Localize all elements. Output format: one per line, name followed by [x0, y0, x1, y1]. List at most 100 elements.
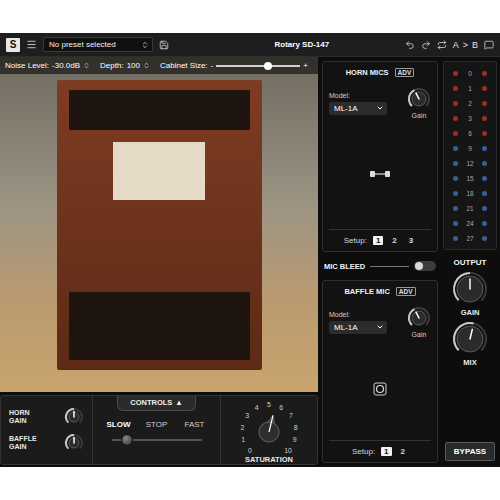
top-bar: SNo preset selectedRotary SD-147A>B	[0, 33, 500, 57]
saturation-tick: 8	[294, 424, 298, 431]
cabinet-photo	[0, 74, 318, 392]
meter-row: 15	[448, 172, 492, 184]
meter-led	[453, 71, 458, 76]
model-dropdown[interactable]: ML-1A	[329, 321, 387, 334]
top-controls: Noise Level:-30.0dBDepth:100Cabinet Size…	[0, 57, 318, 74]
meter-led	[453, 221, 458, 226]
output-gain-knob[interactable]	[452, 271, 488, 307]
output-title: OUTPUT	[454, 258, 487, 267]
save-icon[interactable]	[159, 40, 169, 50]
controls-tab[interactable]: CONTROLS▲	[117, 396, 196, 411]
meter-label: 0	[468, 70, 472, 77]
meter-label: 6	[468, 130, 472, 137]
meter-led	[453, 131, 458, 136]
setup-option[interactable]: 1	[373, 236, 383, 245]
mic-position-area	[329, 119, 431, 229]
gain-control: Gain	[407, 87, 431, 119]
preset-dropdown[interactable]: No preset selected	[43, 37, 153, 52]
mic-bleed-label: MIC BLEED	[324, 262, 365, 271]
output-mix-knob[interactable]	[452, 321, 488, 357]
save-button[interactable]	[159, 40, 169, 50]
baffle-mic-position-icon[interactable]	[372, 381, 388, 397]
setup-row: Setup: 123	[329, 229, 431, 245]
chat-button[interactable]	[484, 40, 494, 50]
setup-option[interactable]: 2	[389, 236, 399, 245]
chat-icon[interactable]	[484, 40, 494, 50]
setup-label: Setup:	[344, 236, 367, 245]
saturation-knob[interactable]: 012345678910	[227, 396, 311, 455]
horn-mic-position-icon[interactable]	[369, 168, 391, 180]
speed-switch-knob[interactable]	[121, 434, 133, 446]
output-mix: MIX	[452, 321, 488, 367]
meter-led	[482, 236, 487, 241]
mic-bleed-switch[interactable]	[414, 261, 436, 271]
depth[interactable]: Depth:100	[100, 61, 150, 70]
meter-led	[482, 86, 487, 91]
gain-section: HORNGAINBAFFLEGAIN	[1, 396, 93, 464]
adv-badge[interactable]: ADV	[395, 68, 415, 77]
horn-mics-panel: HORN MICSADVModel:ML-1AGainSetup:123	[322, 61, 438, 252]
model-label: Model:	[329, 311, 387, 318]
loop-icon[interactable]	[437, 40, 447, 50]
setup-option[interactable]: 1	[381, 447, 391, 456]
meter-row: 12	[448, 157, 492, 169]
stepper-icon[interactable]	[83, 62, 90, 69]
meter-led	[453, 146, 458, 151]
cabinet-size-slider[interactable]	[216, 65, 300, 67]
saturation-tick: 7	[289, 412, 293, 419]
output-meter: 012369121518212427	[443, 61, 497, 250]
meter-led	[453, 116, 458, 121]
noise-level[interactable]: Noise Level:-30.0dB	[5, 61, 90, 70]
ab-compare[interactable]: A>B	[453, 40, 478, 50]
menu-icon[interactable]	[26, 39, 37, 50]
speed-option[interactable]: FAST	[176, 420, 214, 429]
meter-led	[482, 221, 487, 226]
meter-led	[453, 161, 458, 166]
meter-label: 21	[466, 205, 473, 212]
menu-button[interactable]	[26, 39, 37, 50]
undo-button[interactable]	[405, 40, 415, 50]
meter-label: 3	[468, 115, 472, 122]
gain-knob[interactable]	[64, 407, 84, 427]
slider-knob[interactable]	[264, 62, 272, 70]
output-gain-label: GAIN	[461, 308, 480, 317]
setup-option[interactable]: 3	[406, 236, 416, 245]
meter-row: 24	[448, 217, 492, 229]
gain-row: BAFFLEGAIN	[9, 433, 84, 453]
meter-led	[482, 206, 487, 211]
saturation-tick: 10	[284, 447, 292, 454]
undo-icon[interactable]	[405, 40, 415, 50]
model-dropdown[interactable]: ML-1A	[329, 102, 387, 115]
speed-option[interactable]: STOP	[138, 420, 176, 429]
adv-badge[interactable]: ADV	[396, 287, 416, 296]
speed-switch[interactable]	[112, 434, 202, 446]
meter-label: 24	[466, 220, 473, 227]
mic-column: HORN MICSADVModel:ML-1AGainSetup:123MIC …	[322, 57, 438, 467]
meter-row: 0	[448, 67, 492, 79]
mic-bleed-row: MIC BLEED	[322, 256, 438, 276]
meter-led	[453, 86, 458, 91]
gain-knob[interactable]	[407, 87, 431, 111]
setup-option[interactable]: 2	[398, 447, 408, 456]
gain-control: Gain	[407, 306, 431, 338]
speed-labels: SLOWSTOPFAST	[100, 411, 214, 429]
meter-led	[453, 191, 458, 196]
gain-knob[interactable]	[64, 433, 84, 453]
speed-option[interactable]: SLOW	[100, 420, 138, 429]
meter-row: 6	[448, 127, 492, 139]
meter-label: 27	[466, 235, 473, 242]
meter-led	[482, 146, 487, 151]
meter-row: 9	[448, 142, 492, 154]
bypass-button[interactable]: BYPASS	[445, 442, 495, 461]
dropdown-arrow-icon	[376, 104, 384, 112]
stepper-icon[interactable]	[143, 62, 150, 69]
loop-button[interactable]	[437, 40, 447, 50]
meter-led	[482, 71, 487, 76]
plugin-window: SNo preset selectedRotary SD-147A>BNoise…	[0, 33, 500, 467]
logo[interactable]: S	[6, 38, 20, 52]
gain-knob[interactable]	[407, 306, 431, 330]
redo-button[interactable]	[421, 40, 431, 50]
panel-header: BAFFLE MICADV	[329, 287, 431, 296]
redo-icon[interactable]	[421, 40, 431, 50]
dropdown-arrow-icon	[376, 323, 384, 331]
